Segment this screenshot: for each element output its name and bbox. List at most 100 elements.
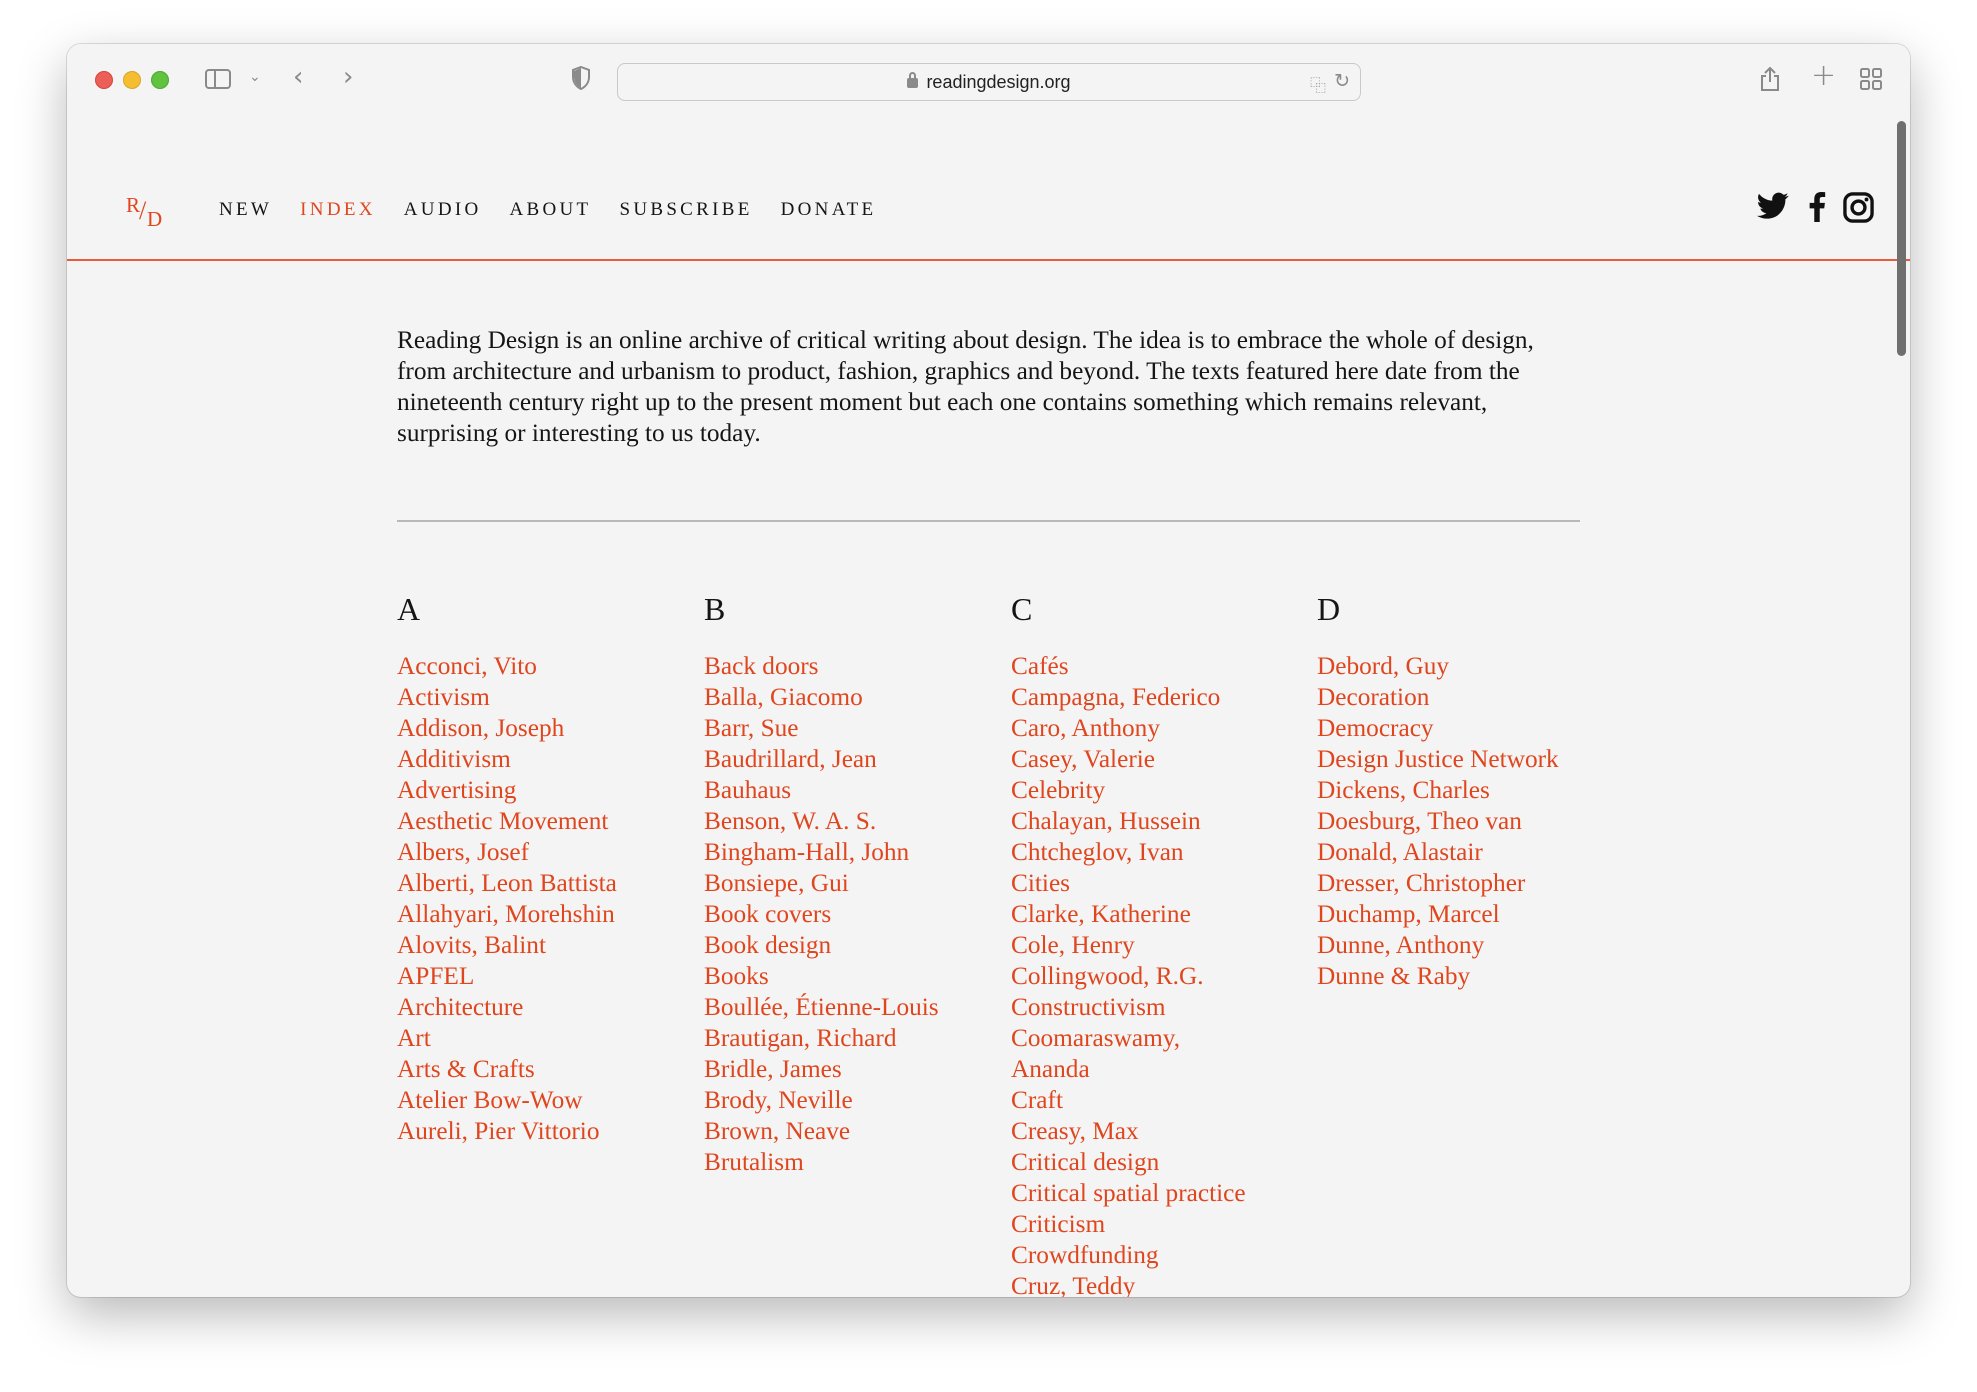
logo-slash: / xyxy=(139,196,147,225)
reload-icon[interactable]: ↻ xyxy=(1334,70,1350,92)
index-link[interactable]: Design Justice Network xyxy=(1317,744,1617,775)
minimize-window-button[interactable] xyxy=(123,71,141,89)
index-link[interactable]: Bridle, James xyxy=(704,1054,994,1085)
index-link[interactable]: Book design xyxy=(704,930,994,961)
index-link[interactable]: Brody, Neville xyxy=(704,1085,994,1116)
index-link[interactable]: Additivism xyxy=(397,744,687,775)
index-link[interactable]: Cole, Henry xyxy=(1011,930,1301,961)
index-link[interactable]: Campagna, Federico xyxy=(1011,682,1301,713)
index-link[interactable]: Bonsiepe, Gui xyxy=(704,868,994,899)
nav-new[interactable]: NEW xyxy=(219,199,272,221)
index-link[interactable]: Celebrity xyxy=(1011,775,1301,806)
index-link[interactable]: Crowdfunding xyxy=(1011,1240,1301,1271)
index-link[interactable]: Cafés xyxy=(1011,651,1301,682)
index-link[interactable]: Acconci, Vito xyxy=(397,651,687,682)
index-link[interactable]: Alberti, Leon Battista xyxy=(397,868,687,899)
shield-icon[interactable] xyxy=(571,66,591,90)
index-link[interactable]: Clarke, Katherine xyxy=(1011,899,1301,930)
index-link[interactable]: Bauhaus xyxy=(704,775,994,806)
nav-subscribe[interactable]: SUBSCRIBE xyxy=(619,199,752,221)
index-link[interactable]: Books xyxy=(704,961,994,992)
facebook-icon[interactable] xyxy=(1808,192,1826,222)
index-link[interactable]: Boullée, Étienne-Louis xyxy=(704,992,994,1023)
index-link[interactable]: Dresser, Christopher xyxy=(1317,868,1617,899)
index-link[interactable]: Balla, Giacomo xyxy=(704,682,994,713)
sidebar-icon[interactable] xyxy=(205,69,231,89)
instagram-icon[interactable] xyxy=(1843,192,1874,223)
index-link[interactable]: Critical spatial practice xyxy=(1011,1178,1301,1209)
index-link[interactable]: Dickens, Charles xyxy=(1317,775,1617,806)
site-header: R / D NEW INDEX AUDIO ABOUT SUBSCRIBE DO… xyxy=(67,120,1910,260)
close-window-button[interactable] xyxy=(95,71,113,89)
nav-about[interactable]: ABOUT xyxy=(510,199,592,221)
tab-overview-icon[interactable] xyxy=(1860,68,1882,90)
index-link[interactable]: Brown, Neave xyxy=(704,1116,994,1147)
index-link[interactable]: Atelier Bow-Wow xyxy=(397,1085,687,1116)
index-link[interactable]: Addison, Joseph xyxy=(397,713,687,744)
index-link[interactable]: Back doors xyxy=(704,651,994,682)
twitter-icon[interactable] xyxy=(1757,192,1789,220)
index-link[interactable]: Albers, Josef xyxy=(397,837,687,868)
index-link[interactable]: Book covers xyxy=(704,899,994,930)
index-link[interactable]: Criticism xyxy=(1011,1209,1301,1240)
index-link[interactable]: Aesthetic Movement xyxy=(397,806,687,837)
index-link[interactable]: Doesburg, Theo van xyxy=(1317,806,1617,837)
nav-donate[interactable]: DONATE xyxy=(781,199,877,221)
index-link[interactable]: Brautigan, Richard xyxy=(704,1023,994,1054)
index-link[interactable]: Cities xyxy=(1011,868,1301,899)
index-link[interactable]: Aureli, Pier Vittorio xyxy=(397,1116,687,1147)
index-link[interactable]: Barr, Sue xyxy=(704,713,994,744)
nav-audio[interactable]: AUDIO xyxy=(404,199,482,221)
index-link[interactable]: Constructivism xyxy=(1011,992,1301,1023)
index-link[interactable]: APFEL xyxy=(397,961,687,992)
index-link[interactable]: Duchamp, Marcel xyxy=(1317,899,1617,930)
index-link[interactable]: Caro, Anthony xyxy=(1011,713,1301,744)
index-link[interactable]: Architecture xyxy=(397,992,687,1023)
index-link[interactable]: Craft xyxy=(1011,1085,1301,1116)
address-bar[interactable]: readingdesign.org ⿻ ↻ xyxy=(617,63,1361,101)
index-link[interactable]: Democracy xyxy=(1317,713,1617,744)
index-link[interactable]: Decoration xyxy=(1317,682,1617,713)
logo-letter-r: R xyxy=(126,193,141,217)
page-scrollbar[interactable] xyxy=(1897,121,1906,356)
index-link[interactable]: Chtcheglov, Ivan xyxy=(1011,837,1301,868)
index-link[interactable]: Benson, W. A. S. xyxy=(704,806,994,837)
index-link[interactable]: Brutalism xyxy=(704,1147,994,1178)
index-column-c: C Cafés Campagna, Federico Caro, Anthony Ca… xyxy=(1011,589,1301,1297)
index-link[interactable]: Baudrillard, Jean xyxy=(704,744,994,775)
index-link[interactable]: Coomaraswamy, Ananda xyxy=(1011,1023,1211,1085)
site-logo[interactable]: R / D xyxy=(126,193,170,233)
index-link[interactable]: Art xyxy=(397,1023,687,1054)
share-icon[interactable] xyxy=(1759,66,1781,92)
index-link[interactable]: Donald, Alastair xyxy=(1317,837,1617,868)
chevron-down-icon[interactable]: ⌄ xyxy=(249,70,261,84)
index-letter-heading: D xyxy=(1317,591,1341,627)
forward-icon[interactable]: › xyxy=(343,64,353,90)
logo-letter-d: D xyxy=(147,207,163,231)
index-list: Back doors Balla, Giacomo Barr, Sue Baudril… xyxy=(704,651,994,1178)
index-link[interactable]: Advertising xyxy=(397,775,687,806)
index-list: Acconci, Vito Activism Addison, Joseph Addi… xyxy=(397,651,687,1147)
index-link[interactable]: Debord, Guy xyxy=(1317,651,1617,682)
index-column-a: A Acconci, Vito Activism Addison, Joseph Ad… xyxy=(397,589,687,1147)
address-text[interactable]: readingdesign.org xyxy=(618,72,1360,93)
new-tab-icon[interactable]: + xyxy=(1811,61,1836,91)
index-link[interactable]: Dunne & Raby xyxy=(1317,961,1617,992)
index-link[interactable]: Cruz, Teddy xyxy=(1011,1271,1301,1297)
zoom-window-button[interactable] xyxy=(151,71,169,89)
index-link[interactable]: Activism xyxy=(397,682,687,713)
nav-index[interactable]: INDEX xyxy=(300,199,376,221)
index-link[interactable]: Critical design xyxy=(1011,1147,1301,1178)
index-link[interactable]: Dunne, Anthony xyxy=(1317,930,1617,961)
translate-icon[interactable]: ⿻ xyxy=(1310,72,1326,96)
back-icon[interactable]: ‹ xyxy=(293,64,303,90)
browser-window: ⌄ ‹ › readingdesign.org ⿻ ↻ + R / D NEW … xyxy=(67,44,1910,1297)
index-link[interactable]: Chalayan, Hussein xyxy=(1011,806,1301,837)
index-link[interactable]: Arts & Crafts xyxy=(397,1054,687,1085)
index-link[interactable]: Alovits, Balint xyxy=(397,930,687,961)
index-link[interactable]: Bingham-Hall, John xyxy=(704,837,994,868)
index-link[interactable]: Collingwood, R.G. xyxy=(1011,961,1301,992)
index-link[interactable]: Casey, Valerie xyxy=(1011,744,1301,775)
index-link[interactable]: Creasy, Max xyxy=(1011,1116,1301,1147)
index-link[interactable]: Allahyari, Morehshin xyxy=(397,899,687,930)
